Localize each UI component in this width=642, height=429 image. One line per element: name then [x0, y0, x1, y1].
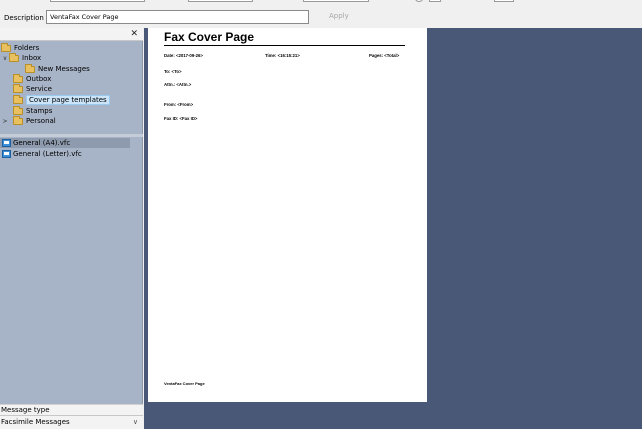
cover-page-preview: Fax Cover Page Date: <2017-09-26> Time: …	[148, 28, 427, 402]
left-pane: ✕ Folders ∨ Inbox New Messages Outbox Se…	[0, 28, 143, 429]
fax-document-icon	[2, 139, 11, 147]
list-item[interactable]: General (Letter).vfc	[0, 149, 130, 159]
divider	[164, 45, 405, 46]
folder-icon	[1, 42, 11, 52]
page-footer: VentaFax Cover Page	[164, 381, 205, 386]
template-file-list: General (A4).vfc General (Letter).vfc	[0, 138, 143, 398]
toolbar-button[interactable]	[429, 0, 441, 2]
tree-item-service[interactable]: Service	[13, 83, 52, 94]
file-name: General (Letter).vfc	[13, 150, 82, 158]
folder-tree: Folders ∨ Inbox New Messages Outbox Serv…	[0, 42, 143, 135]
tree-item-label: Personal	[26, 117, 56, 125]
tree-item-label: Service	[26, 85, 52, 93]
folder-icon	[13, 105, 23, 115]
tree-item-label: Outbox	[26, 75, 52, 83]
toolbar-field-2[interactable]	[188, 0, 253, 2]
page-title: Fax Cover Page	[164, 30, 255, 44]
description-label: Description	[4, 14, 44, 22]
description-input[interactable]: VentaFax Cover Page	[46, 10, 309, 24]
tree-item-label: Stamps	[26, 107, 53, 115]
folder-icon	[13, 83, 23, 93]
folder-icon	[13, 115, 23, 125]
tree-item-personal[interactable]: > Personal	[1, 115, 56, 126]
message-type-label: Message type	[0, 404, 143, 415]
fax-document-icon	[2, 150, 11, 158]
radio-icon[interactable]	[414, 0, 424, 2]
tree-item-label: Inbox	[22, 54, 42, 62]
tree-item-label: Cover page templates	[26, 95, 110, 105]
folder-icon	[13, 73, 23, 83]
file-name: General (A4).vfc	[13, 139, 71, 147]
close-icon[interactable]: ✕	[130, 29, 138, 39]
chevron-down-icon[interactable]: ∨	[1, 55, 9, 62]
date-field: Date: <2017-09-26>	[164, 53, 203, 58]
message-type-value: Facsimile Messages	[1, 418, 70, 426]
top-toolbar	[0, 0, 642, 5]
description-row: Description VentaFax Cover Page Apply	[0, 6, 642, 28]
pages-field: Pages: <Total>	[369, 53, 400, 58]
folder-icon	[9, 52, 19, 62]
tree-item-new-messages[interactable]: New Messages	[25, 63, 90, 74]
tree-item-stamps[interactable]: Stamps	[13, 105, 53, 116]
toolbar-field-4[interactable]	[494, 0, 514, 2]
to-field: To: <To>	[164, 69, 182, 74]
tree-item-label: New Messages	[38, 65, 90, 73]
list-item[interactable]: General (A4).vfc	[0, 138, 130, 148]
toolbar-field-3[interactable]	[303, 0, 369, 2]
folder-icon	[25, 63, 35, 73]
fax-id-field: Fax ID: <Fax ID>	[164, 116, 198, 121]
tree-header: ✕	[0, 28, 143, 41]
attn-field: Attn.: <Attn.>	[164, 82, 192, 87]
tree-item-inbox[interactable]: ∨ Inbox	[1, 52, 42, 63]
pane-splitter[interactable]	[0, 134, 143, 137]
folder-icon	[13, 94, 23, 104]
chevron-down-icon[interactable]: ∨	[133, 416, 138, 429]
tree-item-label: Folders	[14, 44, 40, 52]
toolbar-field-1[interactable]	[50, 0, 145, 2]
chevron-right-icon[interactable]: >	[1, 118, 9, 125]
tree-item-folders[interactable]: Folders	[1, 42, 40, 53]
from-field: From: <From>	[164, 102, 194, 107]
time-field: Time: <16:15:21>	[265, 53, 300, 58]
apply-button[interactable]: Apply	[329, 12, 349, 20]
message-type-select[interactable]: Facsimile Messages ∨	[0, 415, 143, 429]
tree-item-cover-page-templates[interactable]: Cover page templates	[13, 94, 110, 105]
tree-item-outbox[interactable]: Outbox	[13, 73, 52, 84]
